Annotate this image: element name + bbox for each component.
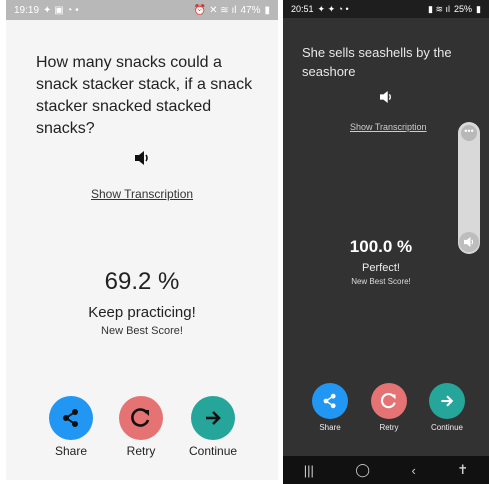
retry-button[interactable]: Retry [371,383,407,432]
share-icon [323,393,336,409]
recent-apps-icon[interactable]: ||| [304,463,314,478]
status-time: 19:19 [14,4,40,16]
feedback-text: Keep practicing! [88,304,196,321]
battery-level: 25% [454,4,473,14]
share-button[interactable]: Share [49,396,93,458]
status-time: 20:51 [291,4,314,14]
retry-label: Retry [126,444,156,458]
arrow-right-icon [206,411,221,425]
share-circle[interactable] [312,383,348,419]
status-bar: 20:51 ✦ ✦ ◔ • ▮ ≋ ıl 25% ▮ [283,0,489,18]
retry-icon [131,408,150,427]
score-value: 100.0 % [349,237,413,256]
system-navigation-bar: ||| ◯ ‹ ✝ [283,456,489,484]
speaker-button[interactable] [134,151,150,170]
continue-label: Continue [189,444,238,458]
show-transcription-link[interactable]: Show Transcription [91,187,193,201]
volume-slider[interactable]: ••• [458,122,480,254]
score-value: 69.2 % [104,268,180,295]
right-phone-screen: 20:51 ✦ ✦ ◔ • ▮ ≋ ıl 25% ▮ She sells sea… [283,0,489,484]
continue-circle[interactable] [191,396,236,440]
retry-label: Retry [379,423,399,432]
share-label: Share [319,423,341,432]
speaker-button[interactable] [379,90,393,108]
show-transcription-link[interactable]: Show Transcription [350,122,427,132]
accessibility-icon[interactable]: ✝ [457,462,468,478]
home-icon[interactable]: ◯ [355,462,370,478]
left-phone-screen: 19:19 ✦ ▣ ◔ • ⏰ ✕ ≋ ıl 47% ▮ How many sn… [6,0,278,480]
continue-button[interactable]: Continue [429,383,465,432]
continue-label: Continue [430,423,464,432]
notification-icons: ✦ ▣ ◔ • [43,4,79,16]
continue-button[interactable]: Continue [189,396,237,458]
battery-level: 47% [240,4,261,16]
battery-icon: ▮ [476,3,481,14]
retry-circle[interactable] [119,396,163,440]
status-bar: 19:19 ✦ ▣ ◔ • ⏰ ✕ ≋ ıl 47% ▮ [6,0,278,20]
share-icon [63,409,78,427]
retry-icon [380,393,396,409]
practice-phrase: How many snacks could a snack stacker st… [36,54,253,137]
share-label: Share [54,444,88,458]
notification-icons: ✦ ✦ ◔ • [317,3,349,14]
share-circle[interactable] [49,396,93,440]
volume-more-icon[interactable]: ••• [461,125,477,141]
signal-icons: ▮ ≋ ıl [428,3,451,14]
speaker-icon [135,151,148,165]
battery-icon: ▮ [264,4,270,16]
continue-circle[interactable] [429,383,465,419]
feedback-text: Perfect! [362,262,400,274]
retry-button[interactable]: Retry [119,396,163,458]
practice-phrase: She sells seashells by the seashore [302,45,452,79]
best-score-text: New Best Score! [351,277,411,286]
best-score-text: New Best Score! [101,325,183,337]
arrow-right-icon [441,395,454,407]
speaker-icon [380,91,391,103]
signal-icons: ⏰ ✕ ≋ ıl [193,4,237,16]
share-button[interactable]: Share [312,383,348,432]
back-icon[interactable]: ‹ [411,463,415,478]
retry-circle[interactable] [371,383,407,419]
